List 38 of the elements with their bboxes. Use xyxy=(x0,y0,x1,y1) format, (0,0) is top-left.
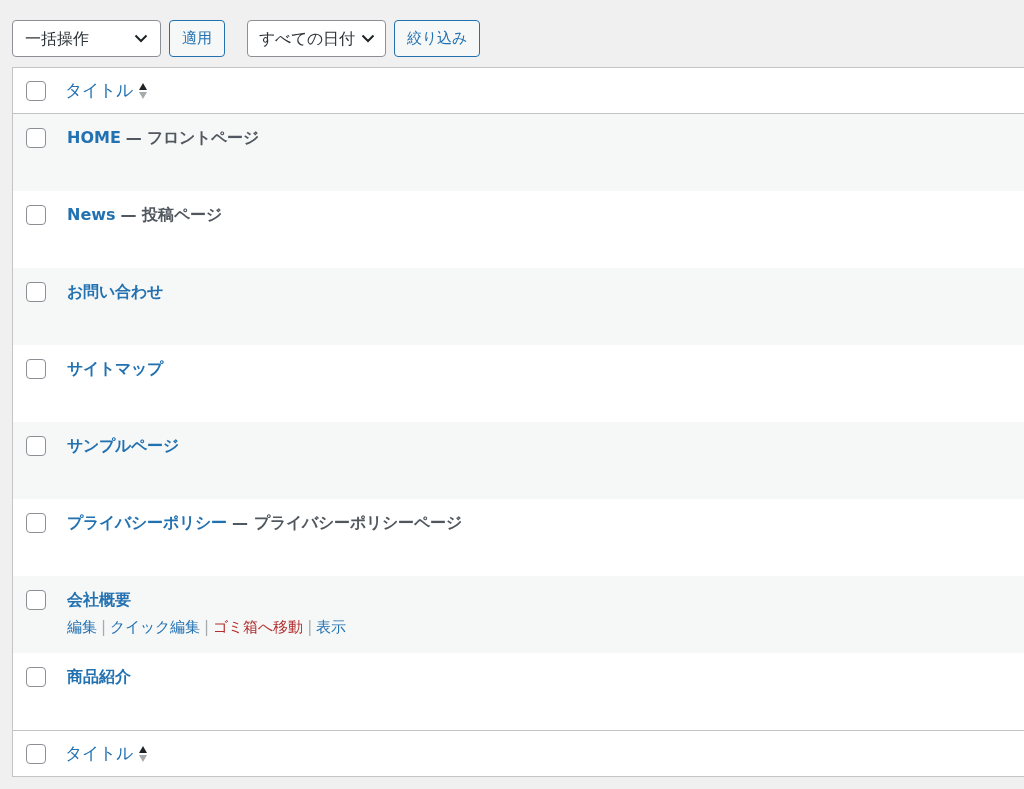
checkbox[interactable] xyxy=(26,359,46,379)
checkbox[interactable] xyxy=(26,743,46,764)
column-title-link[interactable]: タイトル xyxy=(65,77,133,104)
checkbox[interactable] xyxy=(26,590,46,610)
checkbox[interactable] xyxy=(26,205,46,225)
row-action-link[interactable]: クイック編集 xyxy=(110,616,201,639)
action-separator: | xyxy=(307,617,313,638)
page-state-label: — フロントページ xyxy=(125,128,260,148)
checkbox[interactable] xyxy=(26,513,46,533)
checkbox[interactable] xyxy=(26,436,46,456)
sort-icon xyxy=(138,81,148,100)
sort-icon xyxy=(138,744,148,763)
filter-button[interactable]: 絞り込み xyxy=(394,20,480,57)
page-title-link[interactable]: サイトマップ xyxy=(67,359,163,379)
row-action-link[interactable]: 編集 xyxy=(67,616,97,639)
chevron-down-icon xyxy=(134,34,148,43)
column-title-link[interactable]: タイトル xyxy=(65,740,133,767)
date-filter-select[interactable]: すべての日付 xyxy=(247,20,386,57)
chevron-down-icon xyxy=(361,34,375,43)
page-title-link[interactable]: 会社概要 xyxy=(67,590,131,610)
page-title-link[interactable]: 商品紹介 xyxy=(67,667,131,687)
page-title-link[interactable]: お問い合わせ xyxy=(67,282,163,302)
page-title-link[interactable]: プライバシーポリシー xyxy=(67,513,227,533)
row-action-link[interactable]: 表示 xyxy=(316,616,347,639)
row-action-link[interactable]: ゴミ箱へ移動 xyxy=(213,616,304,639)
page-state-label: — 投稿ページ xyxy=(120,205,223,225)
action-separator: | xyxy=(204,617,210,638)
bulk-action-select[interactable]: 一括操作 xyxy=(12,20,161,57)
checkbox[interactable] xyxy=(26,282,46,302)
checkbox[interactable] xyxy=(26,80,46,101)
page-title-link[interactable]: News xyxy=(67,205,116,225)
page-state-label: — プライバシーポリシーページ xyxy=(232,513,462,533)
page-title-link[interactable]: サンプルページ xyxy=(67,436,179,456)
checkbox[interactable] xyxy=(26,128,46,148)
apply-button[interactable]: 適用 xyxy=(169,20,225,57)
action-separator: | xyxy=(101,617,107,638)
checkbox[interactable] xyxy=(26,667,46,687)
page-title-link[interactable]: HOME xyxy=(67,128,121,148)
